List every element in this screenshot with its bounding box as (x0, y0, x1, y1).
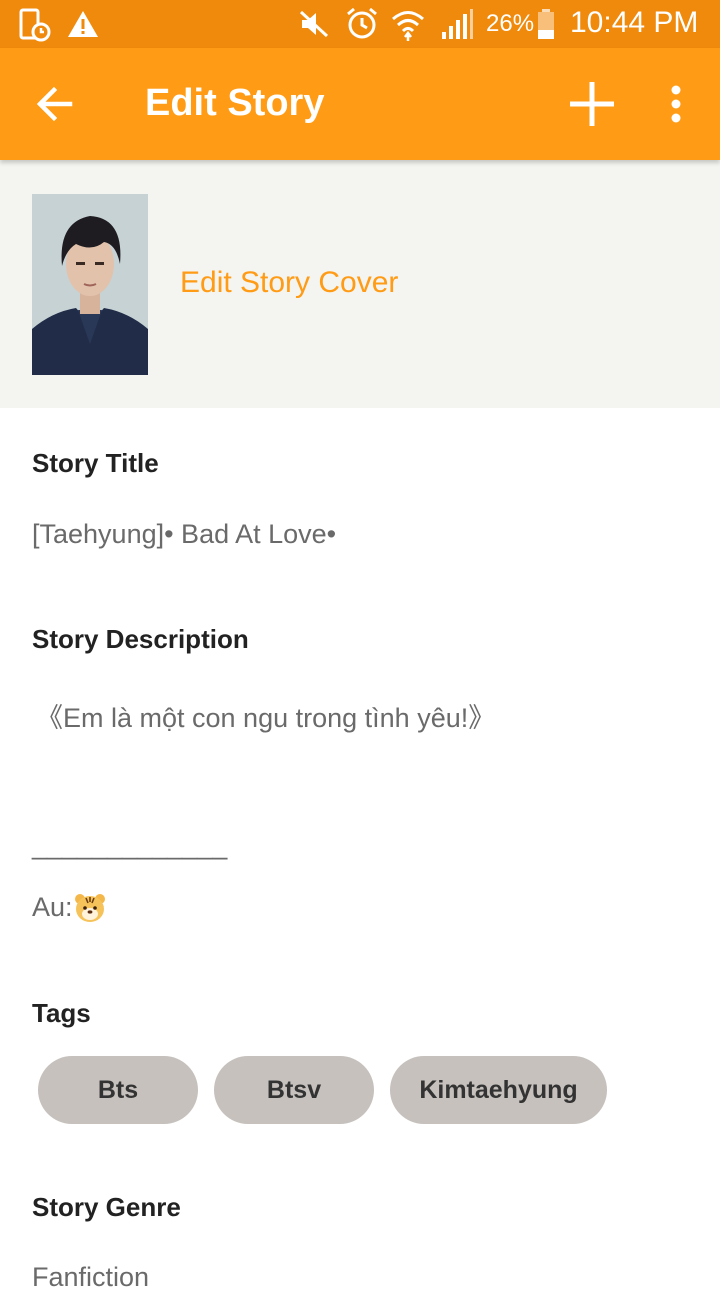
mute-icon (299, 10, 329, 38)
more-vert-icon[interactable] (656, 74, 696, 134)
battery-percent: 26% (486, 10, 535, 37)
back-arrow-icon[interactable] (28, 76, 84, 132)
clock: 10:44 PM (570, 6, 699, 39)
app-bar: Edit Story (0, 48, 720, 160)
battery-icon (538, 9, 554, 39)
tag-chip[interactable]: Btsv (214, 1056, 374, 1124)
description-author-line: Au: (32, 892, 106, 923)
tags-label: Tags (32, 998, 91, 1028)
tablet-sync-icon (19, 8, 51, 42)
alarm-icon (347, 7, 377, 39)
description-line-1: 《Em là một con ngu trong tình yêu!》 (36, 703, 496, 733)
page-title: Edit Story (145, 82, 325, 124)
edit-story-cover-link[interactable]: Edit Story Cover (180, 266, 398, 300)
tiger-face-icon (74, 893, 105, 922)
story-genre-label: Story Genre (32, 1192, 181, 1222)
cover-section: Edit Story Cover (0, 160, 720, 408)
author-prefix: Au: (32, 892, 73, 922)
story-title-field[interactable]: [Taehyung]• Bad At Love• (32, 519, 336, 550)
description-divider: _____________ (32, 830, 228, 860)
story-cover-image[interactable] (32, 194, 148, 375)
story-description-label: Story Description (32, 624, 249, 654)
signal-icon (442, 9, 473, 39)
story-genre-field[interactable]: Fanfiction (32, 1262, 149, 1293)
tag-chip[interactable]: Kimtaehyung (390, 1056, 607, 1124)
tag-chip[interactable]: Bts (38, 1056, 198, 1124)
story-description-field[interactable]: 《Em là một con ngu trong tình yêu!》 ____… (32, 692, 688, 932)
plus-icon[interactable] (562, 74, 622, 134)
status-bar: 26% 10:44 PM (0, 0, 720, 48)
story-title-label: Story Title (32, 448, 159, 478)
warning-icon (68, 11, 98, 37)
wifi-icon (392, 11, 424, 41)
